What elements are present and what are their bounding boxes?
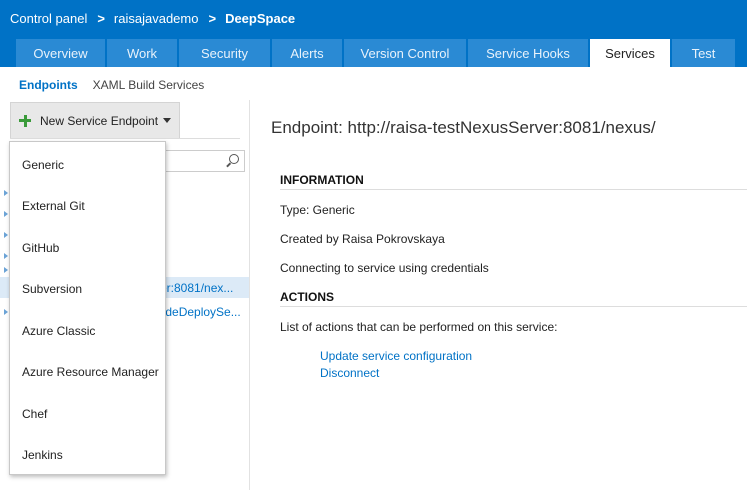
tab-overview[interactable]: Overview — [16, 39, 105, 67]
endpoint-type-menu: Generic External Git GitHub Subversion A… — [9, 141, 166, 475]
endpoint-title: Endpoint: http://raisa-testNexusServer:8… — [271, 118, 656, 137]
menu-item-jenkins[interactable]: Jenkins — [10, 434, 165, 475]
menu-item-generic[interactable]: Generic — [10, 144, 165, 185]
new-service-endpoint-button[interactable]: New Service Endpoint — [10, 102, 180, 139]
tab-work[interactable]: Work — [107, 39, 177, 67]
breadcrumb-collection[interactable]: raisajavademo — [114, 11, 199, 26]
sub-navigation: Endpoints XAML Build Services — [19, 78, 219, 92]
endpoint-filter-input[interactable] — [160, 150, 245, 172]
search-icon[interactable] — [229, 154, 239, 164]
plus-icon — [19, 114, 31, 127]
expand-arrow-icon[interactable] — [4, 190, 8, 196]
breadcrumb-separator: > — [97, 11, 105, 26]
expand-arrow-icon[interactable] — [4, 267, 8, 273]
breadcrumb: Control panel > raisajavademo > DeepSpac… — [10, 11, 295, 26]
menu-item-subversion[interactable]: Subversion — [10, 268, 165, 309]
breadcrumb-project[interactable]: DeepSpace — [225, 11, 295, 26]
menu-item-azure-classic[interactable]: Azure Classic — [10, 310, 165, 351]
endpoint-created-by: Created by Raisa Pokrovskaya — [280, 232, 445, 246]
breadcrumb-control-panel[interactable]: Control panel — [10, 11, 87, 26]
disconnect-link[interactable]: Disconnect — [320, 366, 379, 380]
actions-description: List of actions that can be performed on… — [280, 320, 558, 334]
tab-security[interactable]: Security — [179, 39, 270, 67]
tab-services[interactable]: Services — [590, 39, 670, 67]
menu-item-chef[interactable]: Chef — [10, 393, 165, 434]
expand-arrow-icon[interactable] — [4, 211, 8, 217]
divider — [10, 138, 240, 139]
subnav-endpoints[interactable]: Endpoints — [19, 78, 78, 92]
update-service-configuration-link[interactable]: Update service configuration — [320, 349, 472, 363]
menu-item-github[interactable]: GitHub — [10, 227, 165, 268]
menu-item-external-git[interactable]: External Git — [10, 185, 165, 226]
menu-item-azure-resource-manager[interactable]: Azure Resource Manager — [10, 351, 165, 392]
expand-arrow-icon[interactable] — [4, 253, 8, 259]
subnav-xaml-build-services[interactable]: XAML Build Services — [93, 78, 205, 92]
admin-tabs: Overview Work Security Alerts Version Co… — [16, 39, 737, 67]
endpoint-type: Type: Generic — [280, 203, 355, 217]
tab-version-control[interactable]: Version Control — [344, 39, 466, 67]
information-header: INFORMATION — [280, 173, 747, 190]
expand-arrow-icon[interactable] — [4, 232, 8, 238]
top-bar: Control panel > raisajavademo > DeepSpac… — [0, 0, 747, 67]
tab-service-hooks[interactable]: Service Hooks — [468, 39, 588, 67]
tab-alerts[interactable]: Alerts — [272, 39, 342, 67]
tab-test[interactable]: Test — [672, 39, 735, 67]
endpoint-connection-method: Connecting to service using credentials — [280, 261, 489, 275]
actions-header: ACTIONS — [280, 290, 747, 307]
caret-down-icon — [163, 118, 172, 123]
new-service-endpoint-label: New Service Endpoint — [40, 113, 159, 128]
breadcrumb-separator: > — [208, 11, 217, 26]
